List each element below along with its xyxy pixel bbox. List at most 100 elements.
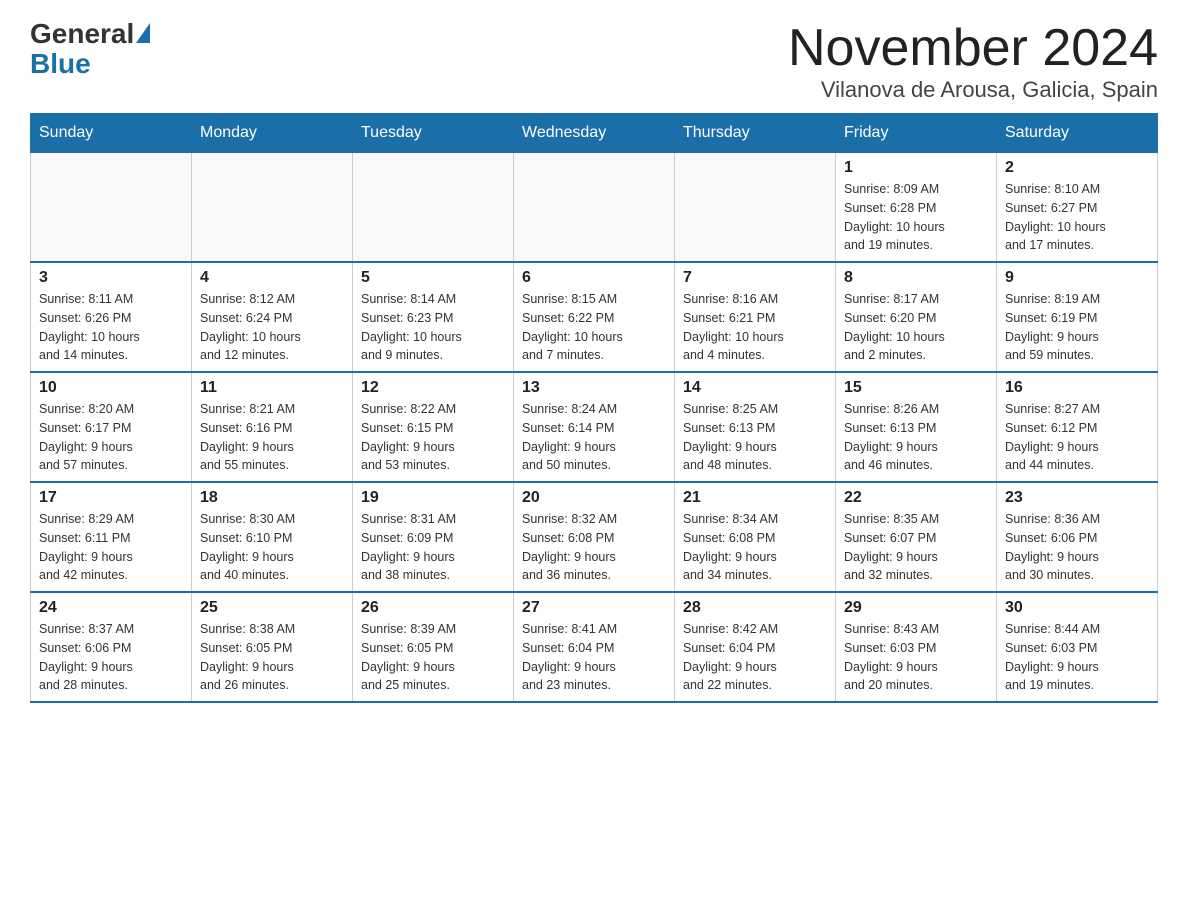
day-number: 1	[844, 159, 988, 177]
calendar-cell: 16Sunrise: 8:27 AM Sunset: 6:12 PM Dayli…	[997, 372, 1158, 482]
calendar-cell: 29 Sunrise: 8:43 AM Sunset: 6:03 PM Dayli…	[836, 592, 997, 702]
day-info: Sunrise: 8:22 AM Sunset: 6:15 PM Dayligh…	[361, 400, 505, 475]
calendar-cell: 23 Sunrise: 8:36 AM Sunset: 6:06 PM Dayli…	[997, 482, 1158, 592]
calendar-cell: 12Sunrise: 8:22 AM Sunset: 6:15 PM Dayli…	[353, 372, 514, 482]
day-number: 23	[1005, 489, 1149, 507]
calendar-cell: 28Sunrise: 8:42 AM Sunset: 6:04 PM Dayli…	[675, 592, 836, 702]
day-info: Sunrise: 8:21 AM Sunset: 6:16 PM Dayligh…	[200, 400, 344, 475]
logo-general-text: General	[30, 20, 134, 48]
day-info: Sunrise: 8:43 AM Sunset: 6:03 PM Dayligh…	[844, 620, 988, 695]
page-header: General Blue November 2024 Vilanova de A…	[30, 20, 1158, 103]
header-saturday: Saturday	[997, 114, 1158, 153]
day-info: Sunrise: 8:17 AM Sunset: 6:20 PM Dayligh…	[844, 290, 988, 365]
day-number: 9	[1005, 269, 1149, 287]
calendar-cell: 20 Sunrise: 8:32 AM Sunset: 6:08 PM Dayli…	[514, 482, 675, 592]
calendar-week-2: 3Sunrise: 8:11 AM Sunset: 6:26 PM Daylig…	[31, 262, 1158, 372]
day-info: Sunrise: 8:44 AM Sunset: 6:03 PM Dayligh…	[1005, 620, 1149, 695]
day-number: 6	[522, 269, 666, 287]
day-number: 4	[200, 269, 344, 287]
day-number: 18	[200, 489, 344, 507]
day-number: 16	[1005, 379, 1149, 397]
calendar-cell: 11 Sunrise: 8:21 AM Sunset: 6:16 PM Dayli…	[192, 372, 353, 482]
day-info: Sunrise: 8:14 AM Sunset: 6:23 PM Dayligh…	[361, 290, 505, 365]
calendar-week-4: 17 Sunrise: 8:29 AM Sunset: 6:11 PM Dayli…	[31, 482, 1158, 592]
calendar-week-3: 10 Sunrise: 8:20 AM Sunset: 6:17 PM Dayli…	[31, 372, 1158, 482]
day-info: Sunrise: 8:09 AM Sunset: 6:28 PM Dayligh…	[844, 180, 988, 255]
calendar-cell: 10 Sunrise: 8:20 AM Sunset: 6:17 PM Dayli…	[31, 372, 192, 482]
calendar-cell: 13Sunrise: 8:24 AM Sunset: 6:14 PM Dayli…	[514, 372, 675, 482]
calendar-header-row: SundayMondayTuesdayWednesdayThursdayFrid…	[31, 114, 1158, 153]
header-sunday: Sunday	[31, 114, 192, 153]
day-info: Sunrise: 8:26 AM Sunset: 6:13 PM Dayligh…	[844, 400, 988, 475]
day-info: Sunrise: 8:36 AM Sunset: 6:06 PM Dayligh…	[1005, 510, 1149, 585]
header-friday: Friday	[836, 114, 997, 153]
day-info: Sunrise: 8:32 AM Sunset: 6:08 PM Dayligh…	[522, 510, 666, 585]
title-block: November 2024 Vilanova de Arousa, Galici…	[788, 20, 1158, 103]
day-number: 19	[361, 489, 505, 507]
day-info: Sunrise: 8:12 AM Sunset: 6:24 PM Dayligh…	[200, 290, 344, 365]
day-number: 30	[1005, 599, 1149, 617]
day-info: Sunrise: 8:34 AM Sunset: 6:08 PM Dayligh…	[683, 510, 827, 585]
calendar-cell: 6 Sunrise: 8:15 AM Sunset: 6:22 PM Daylig…	[514, 262, 675, 372]
calendar-cell: 15Sunrise: 8:26 AM Sunset: 6:13 PM Dayli…	[836, 372, 997, 482]
calendar-week-5: 24 Sunrise: 8:37 AM Sunset: 6:06 PM Dayli…	[31, 592, 1158, 702]
calendar-cell	[31, 153, 192, 263]
day-number: 3	[39, 269, 183, 287]
calendar-cell: 30 Sunrise: 8:44 AM Sunset: 6:03 PM Dayli…	[997, 592, 1158, 702]
calendar-cell: 2 Sunrise: 8:10 AM Sunset: 6:27 PM Daylig…	[997, 153, 1158, 263]
day-info: Sunrise: 8:29 AM Sunset: 6:11 PM Dayligh…	[39, 510, 183, 585]
calendar-subtitle: Vilanova de Arousa, Galicia, Spain	[788, 77, 1158, 103]
day-number: 29	[844, 599, 988, 617]
day-info: Sunrise: 8:35 AM Sunset: 6:07 PM Dayligh…	[844, 510, 988, 585]
calendar-cell: 27 Sunrise: 8:41 AM Sunset: 6:04 PM Dayli…	[514, 592, 675, 702]
header-thursday: Thursday	[675, 114, 836, 153]
calendar-cell	[514, 153, 675, 263]
day-number: 13	[522, 379, 666, 397]
day-info: Sunrise: 8:38 AM Sunset: 6:05 PM Dayligh…	[200, 620, 344, 695]
day-number: 14	[683, 379, 827, 397]
calendar-cell: 19 Sunrise: 8:31 AM Sunset: 6:09 PM Dayli…	[353, 482, 514, 592]
day-number: 5	[361, 269, 505, 287]
calendar-cell: 26Sunrise: 8:39 AM Sunset: 6:05 PM Dayli…	[353, 592, 514, 702]
day-number: 24	[39, 599, 183, 617]
calendar-cell: 8 Sunrise: 8:17 AM Sunset: 6:20 PM Daylig…	[836, 262, 997, 372]
day-number: 8	[844, 269, 988, 287]
day-info: Sunrise: 8:37 AM Sunset: 6:06 PM Dayligh…	[39, 620, 183, 695]
calendar-cell: 7Sunrise: 8:16 AM Sunset: 6:21 PM Daylig…	[675, 262, 836, 372]
logo-blue-text: Blue	[30, 48, 91, 80]
day-number: 2	[1005, 159, 1149, 177]
day-info: Sunrise: 8:10 AM Sunset: 6:27 PM Dayligh…	[1005, 180, 1149, 255]
day-info: Sunrise: 8:15 AM Sunset: 6:22 PM Dayligh…	[522, 290, 666, 365]
header-monday: Monday	[192, 114, 353, 153]
calendar-cell: 25Sunrise: 8:38 AM Sunset: 6:05 PM Dayli…	[192, 592, 353, 702]
calendar-cell	[353, 153, 514, 263]
day-number: 22	[844, 489, 988, 507]
calendar-cell: 24 Sunrise: 8:37 AM Sunset: 6:06 PM Dayli…	[31, 592, 192, 702]
calendar-cell: 18 Sunrise: 8:30 AM Sunset: 6:10 PM Dayli…	[192, 482, 353, 592]
calendar-cell: 22 Sunrise: 8:35 AM Sunset: 6:07 PM Dayli…	[836, 482, 997, 592]
calendar-cell: 3Sunrise: 8:11 AM Sunset: 6:26 PM Daylig…	[31, 262, 192, 372]
day-info: Sunrise: 8:41 AM Sunset: 6:04 PM Dayligh…	[522, 620, 666, 695]
day-number: 20	[522, 489, 666, 507]
day-info: Sunrise: 8:30 AM Sunset: 6:10 PM Dayligh…	[200, 510, 344, 585]
calendar-cell: 9 Sunrise: 8:19 AM Sunset: 6:19 PM Daylig…	[997, 262, 1158, 372]
day-number: 17	[39, 489, 183, 507]
logo: General Blue	[30, 20, 150, 80]
calendar-table: SundayMondayTuesdayWednesdayThursdayFrid…	[30, 113, 1158, 703]
day-info: Sunrise: 8:20 AM Sunset: 6:17 PM Dayligh…	[39, 400, 183, 475]
calendar-week-1: 1 Sunrise: 8:09 AM Sunset: 6:28 PM Daylig…	[31, 153, 1158, 263]
day-info: Sunrise: 8:19 AM Sunset: 6:19 PM Dayligh…	[1005, 290, 1149, 365]
day-number: 21	[683, 489, 827, 507]
calendar-cell: 4 Sunrise: 8:12 AM Sunset: 6:24 PM Daylig…	[192, 262, 353, 372]
calendar-cell	[675, 153, 836, 263]
day-info: Sunrise: 8:16 AM Sunset: 6:21 PM Dayligh…	[683, 290, 827, 365]
day-info: Sunrise: 8:31 AM Sunset: 6:09 PM Dayligh…	[361, 510, 505, 585]
calendar-cell	[192, 153, 353, 263]
day-number: 27	[522, 599, 666, 617]
day-number: 10	[39, 379, 183, 397]
day-number: 11	[200, 379, 344, 397]
calendar-title: November 2024	[788, 20, 1158, 77]
day-number: 28	[683, 599, 827, 617]
header-tuesday: Tuesday	[353, 114, 514, 153]
calendar-cell: 14Sunrise: 8:25 AM Sunset: 6:13 PM Dayli…	[675, 372, 836, 482]
